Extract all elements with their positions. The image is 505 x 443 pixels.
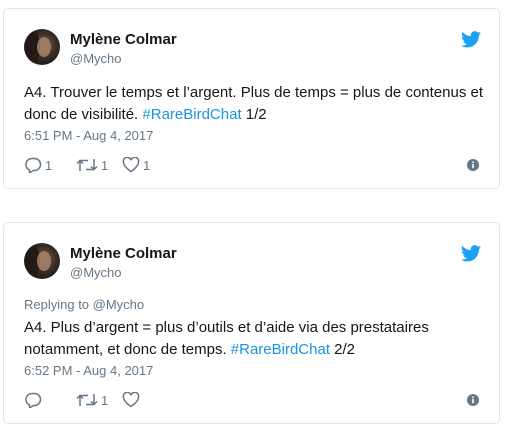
- retweet-count: 1: [101, 392, 109, 408]
- reply-icon: [25, 157, 42, 173]
- retweet-icon: [76, 159, 98, 171]
- retweet-button[interactable]: 1: [76, 390, 108, 410]
- tweet-text-main: A4. Plus d’argent = plus d’outils et d’a…: [24, 319, 429, 358]
- tweet-actions: 1 1 1: [24, 155, 479, 175]
- author-handle[interactable]: @Mycho: [70, 51, 122, 66]
- author-name[interactable]: Mylène Colmar: [70, 245, 177, 262]
- embedded-tweet[interactable]: Mylène Colmar @Mycho A4. Trouver le temp…: [3, 8, 500, 189]
- author-name[interactable]: Mylène Colmar: [70, 31, 177, 48]
- reply-button[interactable]: [24, 390, 45, 410]
- replying-to[interactable]: Replying to @Mycho: [24, 297, 144, 312]
- author-handle[interactable]: @Mycho: [70, 265, 122, 280]
- retweet-button[interactable]: 1: [76, 155, 108, 175]
- twitter-bird-icon[interactable]: [461, 31, 481, 48]
- reply-icon: [25, 392, 42, 408]
- like-count: 1: [143, 157, 151, 173]
- avatar[interactable]: [24, 243, 60, 279]
- tweet-text-suffix: 2/2: [330, 341, 356, 358]
- twitter-bird-icon[interactable]: [461, 245, 481, 262]
- embedded-tweet[interactable]: Mylène Colmar @Mycho Replying to @Mycho …: [3, 222, 500, 424]
- avatar[interactable]: [24, 29, 60, 65]
- tweet-text: A4. Plus d’argent = plus d’outils et d’a…: [24, 317, 484, 361]
- like-button[interactable]: 1: [122, 155, 150, 175]
- retweet-count: 1: [101, 157, 109, 173]
- reply-count: 1: [45, 157, 53, 173]
- tweet-timestamp[interactable]: 6:51 PM - Aug 4, 2017: [24, 128, 153, 143]
- like-button[interactable]: [122, 390, 143, 410]
- hashtag-link[interactable]: #RareBirdChat: [231, 341, 330, 358]
- hashtag-link[interactable]: #RareBirdChat: [142, 106, 241, 123]
- tweet-text-suffix: 1/2: [241, 106, 267, 123]
- retweet-icon: [76, 394, 98, 406]
- tweet-timestamp[interactable]: 6:52 PM - Aug 4, 2017: [24, 363, 153, 378]
- heart-icon: [122, 157, 140, 173]
- tweet-actions: 1: [24, 390, 479, 410]
- reply-button[interactable]: 1: [24, 155, 52, 175]
- info-icon[interactable]: [467, 394, 479, 406]
- tweet-text: A4. Trouver le temps et l’argent. Plus d…: [24, 82, 484, 126]
- info-icon[interactable]: [467, 159, 479, 171]
- heart-icon: [122, 392, 140, 408]
